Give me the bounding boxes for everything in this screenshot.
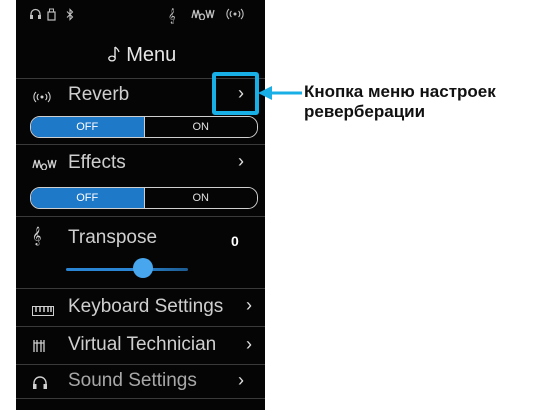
usb-drive-icon: [47, 8, 56, 24]
reverb-label: Reverb: [68, 84, 130, 105]
divider: [16, 288, 265, 289]
status-bar: 𝄞: [16, 8, 265, 30]
divider: [16, 364, 265, 365]
effects-icon: [32, 157, 58, 173]
menu-title: Menu: [16, 44, 265, 67]
effects-on-option[interactable]: ON: [144, 188, 257, 208]
reverb-icon: [225, 8, 245, 23]
sound-settings-label: Sound Settings: [68, 370, 197, 391]
callout-line-1: Кнопка меню настроек: [304, 82, 496, 101]
treble-clef-icon: 𝄞: [32, 228, 42, 245]
callout-arrow: [258, 86, 302, 100]
virtual-technician-chevron-icon[interactable]: ›: [246, 334, 252, 355]
divider: [16, 216, 265, 217]
technician-icon: [32, 339, 46, 356]
effects-toggle[interactable]: OFF ON: [30, 187, 258, 209]
reverb-on-option[interactable]: ON: [144, 117, 257, 137]
headphones-icon: [32, 376, 48, 393]
transpose-value: 0: [231, 233, 239, 249]
reverb-toggle[interactable]: OFF ON: [30, 116, 258, 138]
divider: [16, 398, 265, 399]
effects-chevron-button[interactable]: ›: [238, 151, 244, 172]
divider: [16, 326, 265, 327]
transpose-slider-thumb[interactable]: [133, 258, 153, 278]
keyboard-settings-chevron-icon[interactable]: ›: [246, 295, 252, 316]
sound-settings-chevron-icon[interactable]: ›: [238, 370, 244, 391]
note-icon: [105, 44, 127, 66]
phone-screen: 𝄞 Menu Reverb › OFF ON Effects › OFF ON …: [16, 0, 265, 410]
transpose-label: Transpose: [68, 227, 158, 248]
callout-line-2: реверберации: [304, 102, 426, 121]
effects-off-option[interactable]: OFF: [31, 188, 145, 208]
keyboard-settings-label: Keyboard Settings: [68, 296, 224, 317]
callout-text: Кнопка меню настроек реверберации: [304, 82, 496, 122]
highlight-frame: [212, 72, 259, 115]
divider: [16, 144, 265, 145]
bluetooth-icon: [66, 8, 74, 24]
treble-clef-icon: 𝄞: [168, 8, 176, 23]
transpose-slider-track[interactable]: [66, 268, 188, 271]
virtual-technician-label: Virtual Technician: [68, 334, 217, 355]
reverb-off-option[interactable]: OFF: [31, 117, 145, 137]
effects-icon: [191, 8, 215, 23]
headphones-icon: [29, 8, 42, 23]
keyboard-icon: [32, 303, 54, 319]
reverb-icon: [32, 90, 52, 106]
effects-label: Effects: [68, 152, 126, 173]
